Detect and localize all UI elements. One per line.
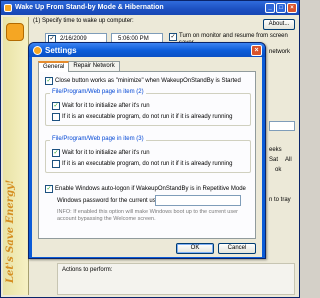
side-slogan: Let's Save Energy!: [5, 179, 16, 283]
sat-snippet: Sat: [269, 157, 279, 163]
minimize-button[interactable]: _: [265, 3, 275, 13]
main-titlebar: Wake Up From Stand-by Mode & Hibernation…: [1, 1, 299, 15]
weeks-snippet: eeks: [269, 147, 282, 153]
app-icon: [4, 4, 12, 12]
autologon-label: Enable Windows auto-logon if WakeupOnSta…: [55, 186, 246, 192]
item2-exec-option[interactable]: If it is an executable program, do not r…: [52, 113, 232, 121]
about-button[interactable]: About...: [263, 19, 295, 30]
item3-exec-label: If it is an executable program, do not r…: [62, 161, 233, 167]
close-button[interactable]: ×: [287, 3, 297, 13]
autologon-option[interactable]: ✓ Enable Windows auto-logon if WakeupOnS…: [45, 185, 246, 193]
maximize-button[interactable]: □: [276, 3, 286, 13]
turn-on-monitor-checkbox[interactable]: ✓: [169, 33, 177, 41]
item2-legend: File/Program/Web page in item (2): [50, 89, 146, 95]
titlebar-buttons: _ □ ×: [265, 3, 297, 13]
close-icon[interactable]: ×: [251, 45, 262, 56]
right-input-box[interactable]: [269, 121, 295, 131]
close-minimize-label: Close button works as "minimize" when Wa…: [55, 78, 241, 84]
item3-group: File/Program/Web page in item (3) ✓ Wait…: [45, 136, 251, 173]
item3-legend: File/Program/Web page in item (3): [50, 136, 146, 142]
cancel-button[interactable]: Cancel: [218, 243, 256, 254]
general-tab-panel: ✓ Close button works as "minimize" when …: [38, 71, 256, 239]
item2-exec-label: If it is an executable program, do not r…: [62, 114, 233, 120]
item2-group: File/Program/Web page in item (2) ✓ Wait…: [45, 89, 251, 126]
item3-wait-option[interactable]: ✓ Wait for it to initialize after it's r…: [52, 149, 150, 157]
logo-icon: [6, 23, 24, 41]
tab-repair-network[interactable]: Repair Network: [68, 61, 120, 71]
main-window-title: Wake Up From Stand-by Mode & Hibernation: [15, 4, 164, 11]
ok-snippet: ok: [275, 167, 282, 173]
password-label: Windows password for the current user:: [57, 198, 163, 204]
autologon-checkbox[interactable]: ✓: [45, 185, 53, 193]
all-snippet[interactable]: All: [285, 157, 292, 163]
settings-dialog: Settings × General Repair Network ✓ Clos…: [28, 42, 266, 259]
item2-wait-label: Wait for it to initialize after it's run: [62, 103, 150, 109]
autologon-info: INFO: If enabled this option will make W…: [57, 209, 238, 222]
ok-button[interactable]: OK: [176, 243, 214, 254]
settings-title: Settings: [45, 46, 77, 55]
settings-titlebar: Settings ×: [29, 43, 265, 57]
item3-exec-option[interactable]: If it is an executable program, do not r…: [52, 160, 232, 168]
tab-general[interactable]: General: [38, 61, 70, 72]
close-minimize-option[interactable]: ✓ Close button works as "minimize" when …: [45, 77, 241, 85]
specify-time-label: (1) Specify time to wake up computer:: [33, 18, 134, 24]
to-tray-snippet: n to tray: [269, 197, 291, 203]
network-snippet: network: [269, 49, 291, 55]
settings-body: General Repair Network ✓ Close button wo…: [32, 57, 262, 257]
item2-wait-checkbox[interactable]: ✓: [52, 102, 60, 110]
item2-exec-checkbox[interactable]: [52, 113, 60, 121]
actions-panel: Actions to perform:: [57, 263, 295, 295]
actions-label: Actions to perform:: [62, 267, 113, 273]
item3-wait-label: Wait for it to initialize after it's run: [62, 150, 150, 156]
close-minimize-checkbox[interactable]: ✓: [45, 77, 53, 85]
item3-wait-checkbox[interactable]: ✓: [52, 149, 60, 157]
password-input[interactable]: [155, 195, 241, 206]
settings-icon: [33, 46, 42, 55]
item2-wait-option[interactable]: ✓ Wait for it to initialize after it's r…: [52, 102, 150, 110]
item3-exec-checkbox[interactable]: [52, 160, 60, 168]
